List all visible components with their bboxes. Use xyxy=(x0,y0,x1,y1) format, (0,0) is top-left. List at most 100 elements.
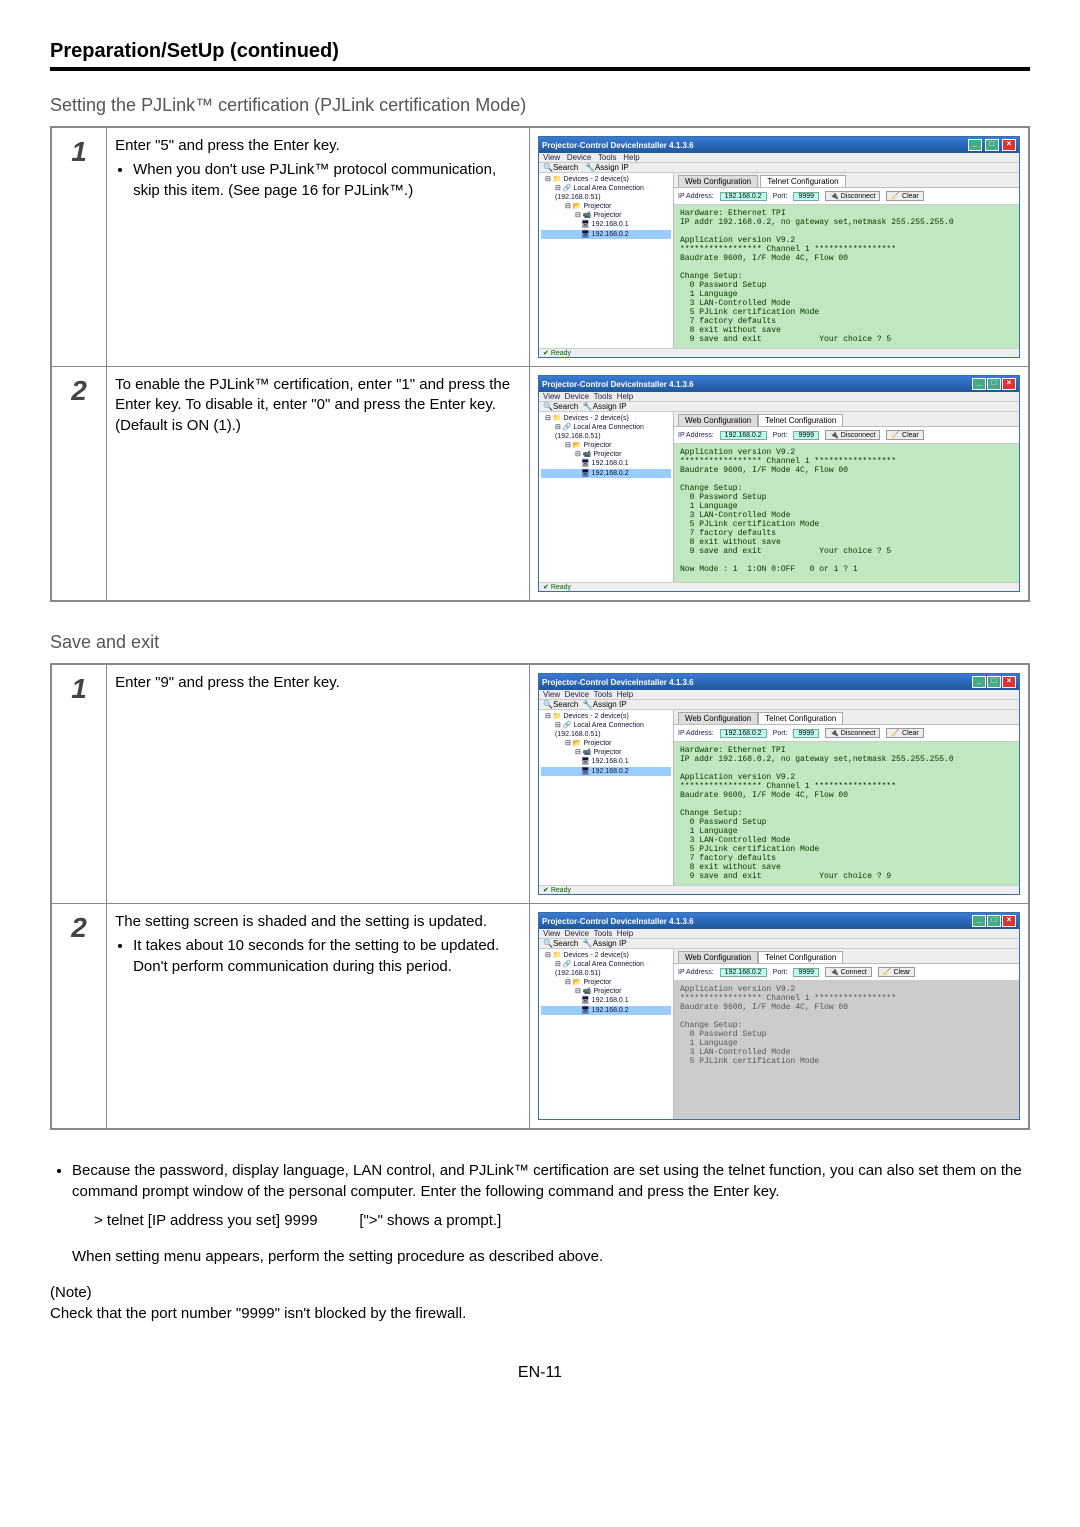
tree-lan-label[interactable]: Local Area Connection (192.168.0.51) xyxy=(555,722,644,738)
note-body: Check that the port number "9999" isn't … xyxy=(50,1303,1030,1324)
tree-folder-label[interactable]: Projector xyxy=(583,979,611,986)
tab-web-config[interactable]: Web Configuration xyxy=(678,175,758,187)
tree-folder-label[interactable]: Projector xyxy=(583,442,611,449)
tree-ip-2-selected[interactable]: 192.168.0.2 xyxy=(592,470,629,477)
maximize-icon[interactable]: □ xyxy=(987,676,1001,688)
toolbar-search[interactable]: Search xyxy=(553,939,578,948)
tree-folder-label[interactable]: Projector xyxy=(583,740,611,747)
menu-view[interactable]: View xyxy=(543,153,560,162)
connect-button[interactable]: 🔌 Connect xyxy=(825,967,872,977)
ip-input[interactable]: 192.168.0.2 xyxy=(720,729,767,738)
step-number: 1 xyxy=(51,664,107,904)
disconnect-button[interactable]: 🔌 Disconnect xyxy=(825,430,880,440)
port-input[interactable]: 9999 xyxy=(793,192,819,201)
menu-view[interactable]: View xyxy=(543,690,560,699)
menu-help[interactable]: Help xyxy=(617,690,633,699)
clear-button[interactable]: 🧹 Clear xyxy=(886,191,923,201)
toolbar-search[interactable]: Search xyxy=(553,163,578,172)
port-input[interactable]: 9999 xyxy=(793,431,819,440)
disconnect-button[interactable]: 🔌 Disconnect xyxy=(825,191,880,201)
menu-tools[interactable]: Tools xyxy=(594,929,613,938)
menu-help[interactable]: Help xyxy=(623,153,639,162)
tree-root-label[interactable]: Devices - 2 device(s) xyxy=(563,415,628,422)
tree-ip-2-selected[interactable]: 192.168.0.2 xyxy=(592,768,629,775)
tab-web-config[interactable]: Web Configuration xyxy=(678,414,758,426)
disconnect-button[interactable]: 🔌 Disconnect xyxy=(825,728,880,738)
tab-telnet-config[interactable]: Telnet Configuration xyxy=(760,175,845,187)
tab-web-config[interactable]: Web Configuration xyxy=(678,712,758,724)
instruction-text: Enter "5" and press the Enter key. xyxy=(115,137,340,154)
port-input[interactable]: 9999 xyxy=(793,968,819,977)
status-text: Ready xyxy=(551,584,571,591)
terminal-output-shaded: Application version V9.2 ***************… xyxy=(674,981,1019,1119)
maximize-icon[interactable]: □ xyxy=(987,915,1001,927)
menu-device[interactable]: Device xyxy=(565,690,589,699)
tree-lan[interactable]: ⊟ 🔗 Local Area Connection (192.168.0.51) xyxy=(541,184,671,202)
ip-label: IP Address: xyxy=(678,193,714,200)
close-icon[interactable]: × xyxy=(1002,378,1016,390)
close-icon[interactable]: × xyxy=(1002,915,1016,927)
tree-device[interactable]: ⊟ 📹 Projector xyxy=(541,211,671,220)
toolbar-assign-ip[interactable]: Assign IP xyxy=(593,939,627,948)
tab-telnet-config[interactable]: Telnet Configuration xyxy=(758,414,843,426)
menu-tools[interactable]: Tools xyxy=(598,153,617,162)
tree-device-label[interactable]: Projector xyxy=(593,451,621,458)
close-icon[interactable]: × xyxy=(1002,139,1016,151)
tree-ip-1[interactable]: 🖥 192.168.0.1 xyxy=(541,220,671,229)
clear-button[interactable]: 🧹 Clear xyxy=(878,967,915,977)
ip-input[interactable]: 192.168.0.2 xyxy=(720,968,767,977)
minimize-icon[interactable]: _ xyxy=(972,676,986,688)
ip-label: IP Address: xyxy=(678,969,714,976)
tree-root-label[interactable]: Devices - 2 device(s) xyxy=(563,952,628,959)
toolbar-assign-ip[interactable]: Assign IP xyxy=(593,402,627,411)
tab-web-config[interactable]: Web Configuration xyxy=(678,951,758,963)
menu-device[interactable]: Device xyxy=(565,929,589,938)
maximize-icon[interactable]: □ xyxy=(985,139,999,151)
step-text: To enable the PJLink™ certification, ent… xyxy=(107,367,530,602)
tree-folder-label: Projector xyxy=(583,203,611,210)
tab-telnet-config[interactable]: Telnet Configuration xyxy=(758,951,843,963)
ip-input[interactable]: 192.168.0.2 xyxy=(720,431,767,440)
tab-telnet-config[interactable]: Telnet Configuration xyxy=(758,712,843,724)
tree-device-label[interactable]: Projector xyxy=(593,749,621,756)
app-window: Projector-Control DeviceInstaller 4.1.3.… xyxy=(538,136,1020,358)
clear-button[interactable]: 🧹 Clear xyxy=(886,430,923,440)
tree-ip-1[interactable]: 192.168.0.1 xyxy=(592,997,629,1004)
menu-view[interactable]: View xyxy=(543,929,560,938)
close-icon[interactable]: × xyxy=(1002,676,1016,688)
tree-ip-2-selected[interactable]: 🖥 192.168.0.2 xyxy=(541,230,671,239)
clear-button[interactable]: 🧹 Clear xyxy=(886,728,923,738)
minimize-icon[interactable]: _ xyxy=(972,378,986,390)
screenshot-cell: Projector-Control DeviceInstaller 4.1.3.… xyxy=(530,904,1030,1130)
tree-ip-1[interactable]: 192.168.0.1 xyxy=(592,460,629,467)
menu-tools[interactable]: Tools xyxy=(594,392,613,401)
toolbar-assign-ip[interactable]: Assign IP xyxy=(595,163,629,172)
tree-ip-2-selected[interactable]: 192.168.0.2 xyxy=(592,1007,629,1014)
minimize-icon[interactable]: _ xyxy=(972,915,986,927)
device-tree: ⊟ 📁 Devices - 2 device(s) ⊟ 🔗 Local Area… xyxy=(539,412,674,582)
toolbar-search[interactable]: Search xyxy=(553,700,578,709)
toolbar-assign-ip[interactable]: Assign IP xyxy=(593,700,627,709)
minimize-icon[interactable]: _ xyxy=(968,139,982,151)
maximize-icon[interactable]: □ xyxy=(987,378,1001,390)
menu-device[interactable]: Device xyxy=(567,153,591,162)
toolbar-search[interactable]: Search xyxy=(553,402,578,411)
tree-root[interactable]: ⊟ 📁 Devices - 2 device(s) xyxy=(541,175,671,184)
port-label: Port: xyxy=(773,193,788,200)
tree-lan-label[interactable]: Local Area Connection (192.168.0.51) xyxy=(555,424,644,440)
tree-lan-label[interactable]: Local Area Connection (192.168.0.51) xyxy=(555,961,644,977)
note-after: When setting menu appears, perform the s… xyxy=(72,1246,1030,1267)
port-input[interactable]: 9999 xyxy=(793,729,819,738)
tree-device-label[interactable]: Projector xyxy=(593,988,621,995)
tree-ip-1[interactable]: 192.168.0.1 xyxy=(592,758,629,765)
tree-root-label[interactable]: Devices - 2 device(s) xyxy=(563,713,628,720)
menu-view[interactable]: View xyxy=(543,392,560,401)
menu-help[interactable]: Help xyxy=(617,392,633,401)
menu-device[interactable]: Device xyxy=(565,392,589,401)
status-bar: ✔ Ready xyxy=(539,348,1019,357)
ip-input[interactable]: 192.168.0.2 xyxy=(720,192,767,201)
tree-folder[interactable]: ⊟ 📂 Projector xyxy=(541,202,671,211)
menu-help[interactable]: Help xyxy=(617,929,633,938)
menu-tools[interactable]: Tools xyxy=(594,690,613,699)
app-window: Projector-Control DeviceInstaller 4.1.3.… xyxy=(538,912,1020,1120)
